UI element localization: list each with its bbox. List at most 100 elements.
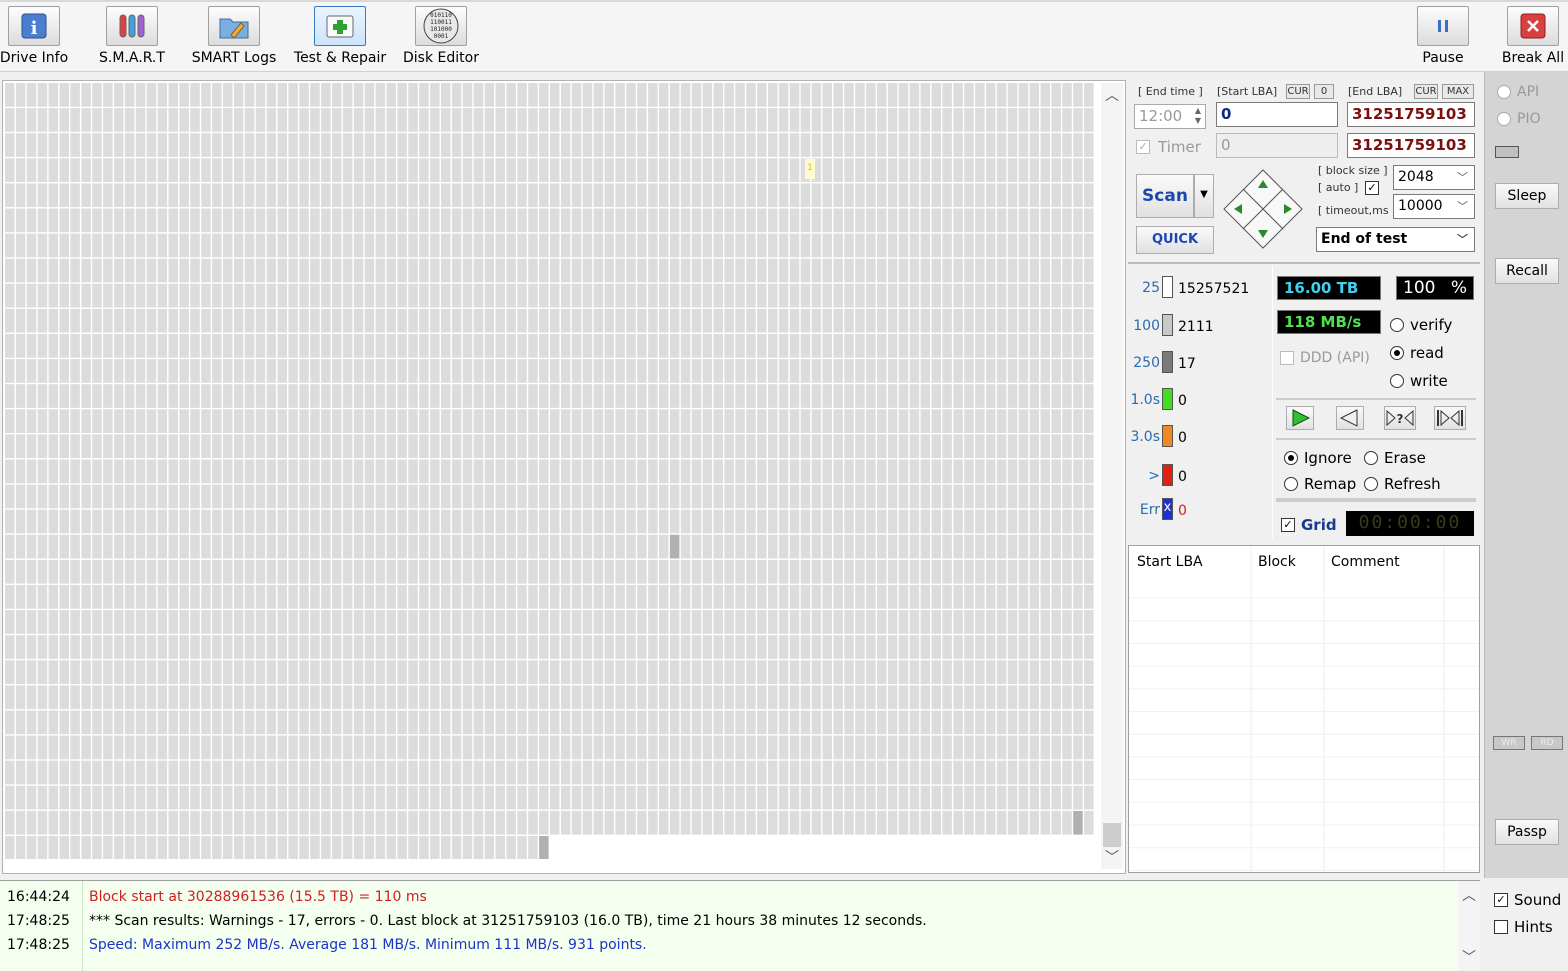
- svg-text:010110: 010110: [430, 12, 452, 19]
- legend-label: >: [1148, 468, 1160, 484]
- sound-checkbox[interactable]: ✓ Sound: [1494, 891, 1561, 909]
- scroll-up-icon[interactable]: ︿: [1458, 885, 1480, 907]
- erase-radio[interactable]: Erase: [1364, 449, 1426, 467]
- legend-count: 0: [1178, 430, 1187, 446]
- legend-item: 25 15257521: [1128, 276, 1268, 302]
- legend-swatch: [1162, 388, 1173, 410]
- log-message: Speed: Maximum 252 MB/s. Average 181 MB/…: [89, 937, 647, 953]
- scroll-thumb[interactable]: [1103, 823, 1121, 847]
- end-lba-label: [End LBA]: [1348, 85, 1403, 98]
- block-size-label: [ block size ]: [1318, 164, 1388, 177]
- start-lba-input[interactable]: 0: [1216, 102, 1338, 127]
- pio-radio[interactable]: PIO: [1497, 111, 1541, 127]
- play-button[interactable]: [1286, 406, 1314, 430]
- divider: [1272, 266, 1273, 538]
- end-lba-input[interactable]: 31251759103: [1347, 102, 1475, 127]
- smart-button[interactable]: S.M.A.R.T: [99, 6, 165, 70]
- legend-count: 2111: [1178, 319, 1214, 335]
- svg-text:0001: 0001: [434, 33, 449, 40]
- legend-label: 3.0s: [1130, 429, 1160, 445]
- block-size-select[interactable]: 2048 ﹀: [1393, 165, 1475, 190]
- random-button[interactable]: ?: [1384, 406, 1416, 430]
- legend-item: 1.0s 0: [1128, 388, 1268, 414]
- remap-radio[interactable]: Remap: [1284, 475, 1356, 493]
- log-time: 17:48:25: [7, 937, 70, 953]
- butterfly-icon: [1437, 409, 1463, 427]
- timer-checkbox[interactable]: ✓ Timer: [1136, 138, 1201, 156]
- pause-button[interactable]: Pause: [1416, 6, 1470, 70]
- speed-display: 118 MB/s: [1277, 310, 1381, 334]
- svg-text:110011: 110011: [430, 19, 452, 26]
- test-repair-button[interactable]: Test & Repair: [294, 6, 386, 70]
- butterfly-button[interactable]: [1434, 406, 1466, 430]
- scroll-down-icon[interactable]: ﹀: [1458, 947, 1480, 969]
- test-tubes-icon: [106, 6, 158, 46]
- log-scrollbar[interactable]: ︿ ﹀: [1458, 881, 1480, 971]
- smart-logs-button[interactable]: SMART Logs: [192, 6, 276, 70]
- scroll-down-icon[interactable]: ﹀: [1101, 847, 1123, 869]
- auto-label: [ auto ]: [1318, 181, 1359, 194]
- passp-button[interactable]: Passp: [1495, 819, 1559, 845]
- api-radio[interactable]: API: [1497, 84, 1539, 100]
- end-lba-max-button[interactable]: MAX: [1442, 84, 1474, 99]
- read-radio[interactable]: read: [1390, 344, 1444, 362]
- sleep-button[interactable]: Sleep: [1495, 183, 1559, 209]
- end-time-input[interactable]: 12:00 ▲ ▼: [1134, 104, 1206, 129]
- legend-count: 0: [1178, 469, 1187, 485]
- timeout-select[interactable]: 10000 ﹀: [1393, 194, 1475, 219]
- log-time: 16:44:24: [7, 889, 70, 905]
- legend-count: 0: [1178, 393, 1187, 409]
- disk-editor-button[interactable]: 010110 110011 101000 0001 Disk Editor: [403, 6, 479, 70]
- pause-icon: [1417, 6, 1469, 46]
- end-time-label: [ End time ]: [1138, 85, 1203, 98]
- hints-checkbox[interactable]: Hints: [1494, 918, 1553, 936]
- legend-item: 100 2111: [1128, 314, 1268, 340]
- legend-count: 17: [1178, 356, 1196, 372]
- legend-count: 0: [1178, 503, 1187, 519]
- legend-swatch: [1162, 464, 1173, 486]
- rd-indicator: RD: [1531, 736, 1563, 750]
- legend-swatch: [1162, 276, 1173, 298]
- timer-value-input[interactable]: 0: [1216, 133, 1338, 158]
- quick-button[interactable]: QUICK: [1136, 226, 1214, 254]
- drive-info-button[interactable]: i Drive Info: [0, 6, 68, 70]
- checkmark-icon: ✓: [1136, 140, 1150, 154]
- legend-label: 1.0s: [1130, 392, 1160, 408]
- log-time: 17:48:25: [7, 913, 70, 929]
- legend-label: 100: [1133, 318, 1160, 334]
- ignore-radio[interactable]: Ignore: [1284, 449, 1352, 467]
- start-lba-zero-button[interactable]: 0: [1314, 84, 1334, 99]
- map-scrollbar[interactable]: ︿ ﹀: [1101, 83, 1123, 869]
- scan-button[interactable]: Scan: [1136, 174, 1194, 218]
- start-lba-cur-button[interactable]: CUR: [1286, 84, 1310, 99]
- bad-blocks-table[interactable]: Start LBA Block Comment: [1128, 545, 1480, 873]
- end-of-test-select[interactable]: End of test ﹀: [1316, 227, 1475, 252]
- elapsed-clock: 00:00:00: [1346, 511, 1474, 536]
- reverse-icon: [1339, 409, 1358, 427]
- divider: [1276, 498, 1476, 502]
- divider: [82, 881, 83, 971]
- navigation-diamond-icon[interactable]: [1222, 168, 1304, 250]
- play-icon: [1292, 409, 1311, 427]
- divider: [1276, 398, 1476, 400]
- legend-label: 250: [1133, 355, 1160, 371]
- auto-checkbox[interactable]: ✓: [1365, 181, 1379, 195]
- scan-dropdown-icon[interactable]: ▼: [1194, 174, 1214, 218]
- block-marker: 1: [805, 159, 815, 179]
- scroll-up-icon[interactable]: ︿: [1101, 85, 1123, 107]
- recall-button[interactable]: Recall: [1495, 258, 1559, 284]
- ddd-checkbox[interactable]: DDD (API): [1280, 350, 1370, 366]
- legend-swatch: x: [1162, 498, 1173, 520]
- legend-item: 250 17: [1128, 351, 1268, 377]
- start-lba-label: [Start LBA]: [1217, 85, 1278, 98]
- grid-checkbox[interactable]: ✓ Grid: [1281, 516, 1337, 534]
- verify-radio[interactable]: verify: [1390, 316, 1452, 334]
- break-all-button[interactable]: Break All: [1502, 6, 1564, 70]
- svg-text:i: i: [31, 18, 38, 39]
- refresh-radio[interactable]: Refresh: [1364, 475, 1441, 493]
- chevron-down-icon: ﹀: [1457, 200, 1468, 213]
- spin-icon[interactable]: ▲ ▼: [1195, 106, 1201, 126]
- reverse-button[interactable]: [1336, 406, 1364, 430]
- end-lba-cur-button[interactable]: CUR: [1414, 84, 1438, 99]
- write-radio[interactable]: write: [1390, 372, 1448, 390]
